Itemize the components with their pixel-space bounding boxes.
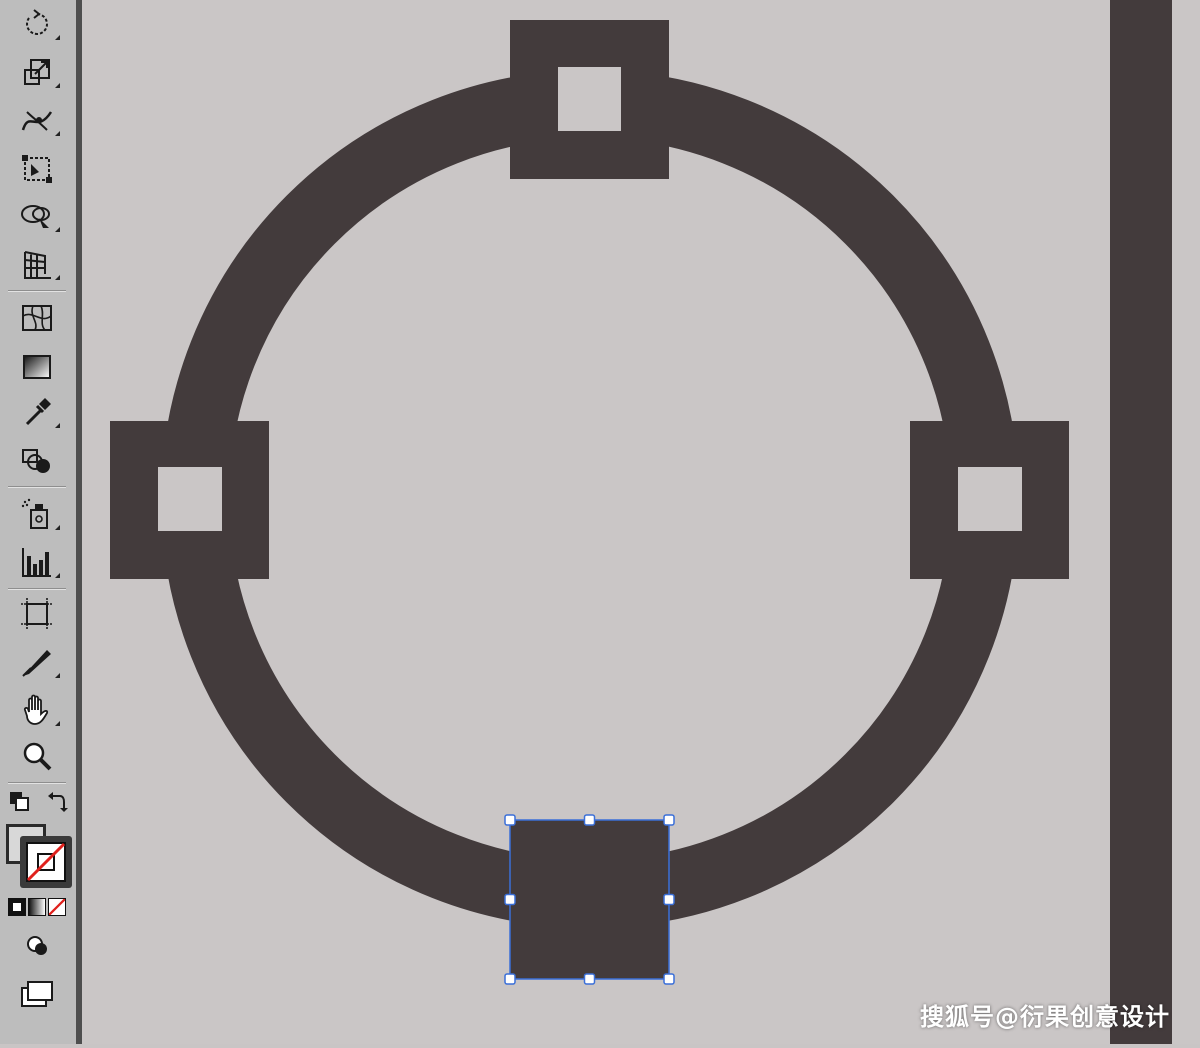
artwork	[110, 20, 1069, 985]
fill-stroke-swatches	[6, 824, 76, 894]
slice-icon	[22, 650, 51, 677]
warp-tool[interactable]	[12, 100, 62, 140]
draw-mode-button[interactable]	[22, 930, 54, 962]
scale-tool[interactable]	[12, 52, 62, 92]
swap-fill-stroke-button[interactable]	[46, 790, 68, 812]
gradient-button[interactable]	[28, 898, 46, 916]
gradient-icon	[23, 355, 51, 379]
selection-handle-bottom[interactable]	[583, 973, 596, 985]
tools-separator	[8, 486, 66, 488]
tools-separator	[8, 588, 66, 590]
stroke-swatch[interactable]	[20, 836, 72, 888]
free-transform-tool[interactable]	[12, 148, 62, 188]
free-transform-icon	[22, 155, 52, 183]
screen-mode-button[interactable]	[18, 978, 58, 1010]
square-node-bottom-selected[interactable]	[510, 820, 669, 979]
selection-handle-bottom-left[interactable]	[504, 973, 516, 985]
rotate-tool[interactable]	[12, 4, 62, 44]
none-button[interactable]	[48, 898, 66, 916]
shape-builder-tool[interactable]	[12, 196, 62, 236]
eyedropper-tool[interactable]	[12, 392, 62, 432]
none-color-icon	[26, 842, 66, 882]
default-colors-icon	[10, 792, 29, 811]
blend-tool[interactable]	[12, 440, 62, 480]
swap-arrow-icon	[48, 792, 68, 812]
zoom-icon	[23, 742, 52, 771]
zoom-tool[interactable]	[12, 736, 62, 776]
default-fill-stroke-button[interactable]	[8, 790, 30, 812]
mesh-tool[interactable]	[12, 298, 62, 338]
hand-icon	[23, 694, 49, 725]
selection-handle-right[interactable]	[663, 893, 675, 906]
selection-handle-top[interactable]	[583, 814, 596, 826]
hand-tool[interactable]	[12, 690, 62, 730]
tools-separator	[8, 290, 66, 292]
perspective-grid-icon	[24, 251, 51, 279]
scale-icon	[24, 59, 50, 85]
square-node-right[interactable]	[910, 421, 1069, 579]
selection-handle-left[interactable]	[504, 893, 516, 906]
column-graph-tool[interactable]	[12, 542, 62, 582]
gradient-tool[interactable]	[12, 346, 62, 386]
symbol-sprayer-icon	[21, 498, 48, 529]
color-mode-buttons	[8, 898, 68, 918]
tools-separator	[8, 782, 66, 784]
screen-mode-icon	[21, 981, 53, 1007]
slice-tool[interactable]	[12, 642, 62, 682]
right-edge-strip	[1172, 0, 1200, 1044]
warp-icon	[21, 111, 53, 131]
none-slash-icon	[49, 899, 65, 915]
blend-icon	[22, 449, 50, 473]
rotate-icon	[26, 9, 48, 35]
square-node-left[interactable]	[110, 421, 269, 579]
artboard-tool[interactable]	[12, 594, 62, 634]
color-button[interactable]	[8, 898, 26, 916]
tools-panel	[0, 0, 82, 1044]
right-panel-dock	[1110, 0, 1172, 1044]
selection-handle-bottom-right[interactable]	[663, 973, 675, 985]
eyedropper-icon	[25, 398, 51, 426]
perspective-grid-tool[interactable]	[12, 244, 62, 284]
watermark-text: 搜狐号@衍果创意设计	[920, 1003, 1170, 1031]
shape-builder-icon	[21, 205, 50, 228]
selection-handle-top-right[interactable]	[663, 814, 675, 826]
symbol-sprayer-tool[interactable]	[12, 494, 62, 534]
artboard-icon	[21, 598, 53, 630]
square-node-top[interactable]	[510, 20, 669, 179]
selection-handle-top-left[interactable]	[504, 814, 516, 826]
artboard-canvas[interactable]	[82, 0, 1110, 1044]
draw-normal-icon	[27, 936, 47, 955]
mesh-icon	[22, 305, 52, 331]
ring-shape[interactable]	[161, 70, 1019, 928]
column-graph-icon	[22, 548, 51, 577]
